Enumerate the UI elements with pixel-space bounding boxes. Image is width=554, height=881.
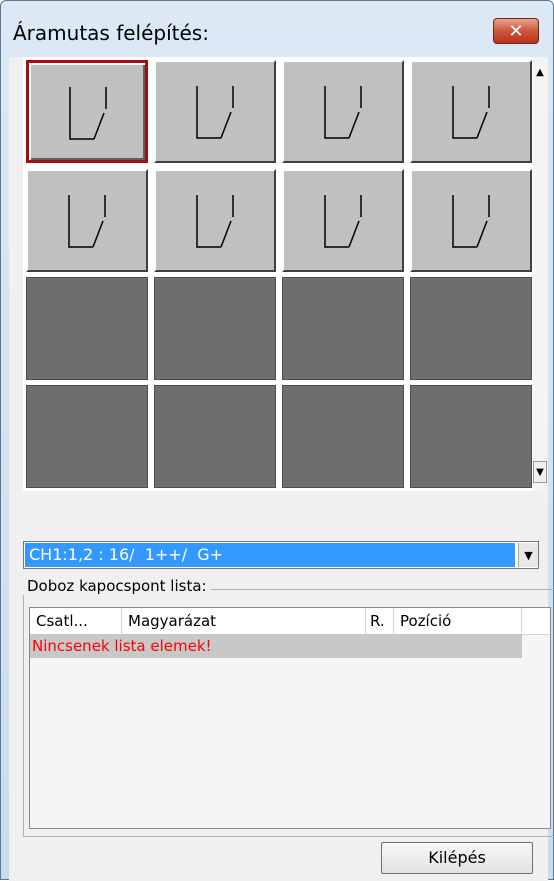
path-select-value[interactable]: CH1:1,2 : 16/ 1++/ G+ xyxy=(25,543,515,567)
empty-slot[interactable] xyxy=(26,277,148,380)
empty-slot[interactable] xyxy=(410,385,532,488)
component-tile[interactable] xyxy=(282,60,404,163)
switch-icon xyxy=(452,195,490,248)
component-tile[interactable] xyxy=(154,169,276,272)
switch-icon xyxy=(324,195,362,248)
component-tile[interactable] xyxy=(154,60,276,163)
switch-icon xyxy=(69,87,107,140)
scroll-down-icon[interactable]: ▼ xyxy=(533,461,547,483)
terminal-list[interactable]: Csatl... Magyarázat R. Pozíció Nincsenek… xyxy=(29,607,551,829)
switch-icon xyxy=(68,195,106,248)
column-header-magyarazat[interactable]: Magyarázat xyxy=(122,608,366,634)
terminal-list-group-label: Doboz kapocspont lista: xyxy=(23,577,211,595)
empty-list-message: Nincsenek lista elemek! xyxy=(32,637,212,655)
scroll-up-icon[interactable]: ▲ xyxy=(533,61,547,83)
column-header-pozicio[interactable]: Pozíció xyxy=(394,608,522,634)
switch-icon xyxy=(196,195,234,248)
list-header: Csatl... Magyarázat R. Pozíció xyxy=(30,608,550,635)
title-bar: Áramutas felépítés: ✕ xyxy=(1,1,553,57)
dialog-window: Áramutas felépítés: ✕ ▲ ▼ CH1:1,2 : 16/ … xyxy=(0,0,554,881)
chevron-down-icon[interactable]: ▼ xyxy=(518,543,538,567)
tile-grid xyxy=(23,57,533,491)
column-header-csatl[interactable]: Csatl... xyxy=(30,608,122,634)
component-tile[interactable] xyxy=(26,60,148,163)
component-tile[interactable] xyxy=(26,169,148,272)
list-item: Nincsenek lista elemek! xyxy=(30,634,522,658)
switch-icon xyxy=(324,86,362,139)
vertical-scrollbar[interactable]: ▲ ▼ xyxy=(533,57,547,491)
empty-slot[interactable] xyxy=(154,277,276,380)
empty-slot[interactable] xyxy=(26,385,148,488)
empty-slot[interactable] xyxy=(410,277,532,380)
close-button[interactable]: ✕ xyxy=(493,18,539,44)
component-tile[interactable] xyxy=(410,169,532,272)
empty-slot[interactable] xyxy=(282,277,404,380)
path-select[interactable]: CH1:1,2 : 16/ 1++/ G+ ▼ xyxy=(23,541,539,569)
switch-icon xyxy=(196,86,234,139)
column-header-r[interactable]: R. xyxy=(366,608,394,634)
empty-slot[interactable] xyxy=(154,385,276,488)
dialog-client-area: ▲ ▼ CH1:1,2 : 16/ 1++/ G+ ▼ Doboz kapocs… xyxy=(9,57,554,881)
empty-slot[interactable] xyxy=(282,385,404,488)
switch-icon xyxy=(452,86,490,139)
window-title: Áramutas felépítés: xyxy=(13,21,209,45)
exit-button[interactable]: Kilépés xyxy=(381,842,533,874)
component-tile[interactable] xyxy=(282,169,404,272)
component-tile[interactable] xyxy=(410,60,532,163)
